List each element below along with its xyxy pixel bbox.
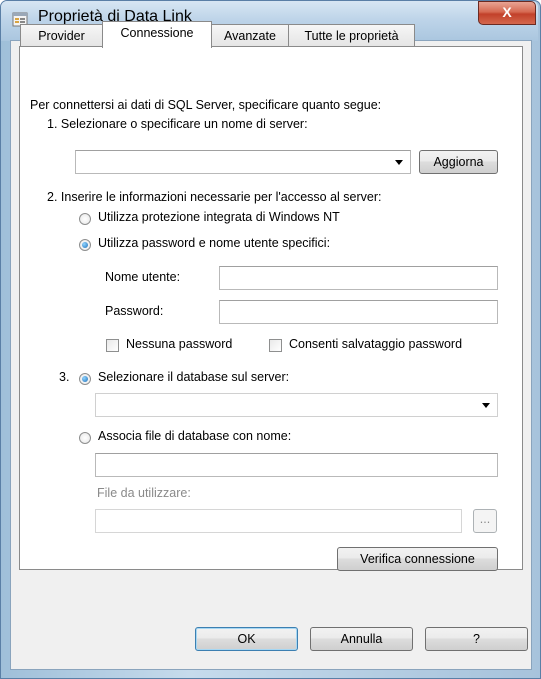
chevron-down-icon[interactable] [395,160,403,165]
windows-nt-label[interactable]: Utilizza protezione integrata di Windows… [98,210,340,224]
no-password-label[interactable]: Nessuna password [126,337,232,351]
attach-db-name-input[interactable] [95,453,498,477]
no-password-checkbox[interactable] [106,339,119,352]
tab-avanzate[interactable]: Avanzate [211,24,289,47]
select-database-label[interactable]: Selezionare il database sul server: [98,370,289,384]
windows-nt-radio[interactable] [79,213,91,225]
select-database-radio[interactable] [79,373,91,385]
test-connection-button[interactable]: Verifica connessione [337,547,498,571]
tab-connessione[interactable]: Connessione [102,21,212,48]
user-password-label[interactable]: Utilizza password e nome utente specific… [98,236,330,250]
file-path-input[interactable] [95,509,462,533]
tab-tutte-le-proprieta[interactable]: Tutte le proprietà [288,24,415,47]
step1-label: 1. Selezionare o specificare un nome di … [47,117,308,131]
server-name-combobox[interactable] [75,150,411,174]
password-label: Password: [105,304,164,318]
username-input[interactable] [219,266,498,290]
attach-file-label[interactable]: Associa file di database con nome: [98,429,291,443]
attach-file-radio[interactable] [79,432,91,444]
cancel-button[interactable]: Annulla [310,627,413,651]
browse-button[interactable]: ... [473,509,497,533]
user-password-radio[interactable] [79,239,91,251]
refresh-button[interactable]: Aggiorna [419,150,498,174]
step2-label: 2. Inserire le informazioni necessarie p… [47,190,382,204]
chevron-down-icon[interactable] [482,403,490,408]
username-label: Nome utente: [105,270,181,284]
close-button[interactable]: X [478,1,536,25]
allow-save-password-label[interactable]: Consenti salvataggio password [289,337,462,351]
allow-save-password-checkbox[interactable] [269,339,282,352]
help-button[interactable]: ? [425,627,528,651]
database-combobox[interactable] [95,393,498,417]
step3-label: 3. [59,370,70,384]
file-to-use-label: File da utilizzare: [97,486,191,500]
ok-button[interactable]: OK [195,627,298,651]
intro-text: Per connettersi ai dati di SQL Server, s… [30,98,382,112]
password-input[interactable] [219,300,498,324]
tab-provider[interactable]: Provider [20,24,103,47]
